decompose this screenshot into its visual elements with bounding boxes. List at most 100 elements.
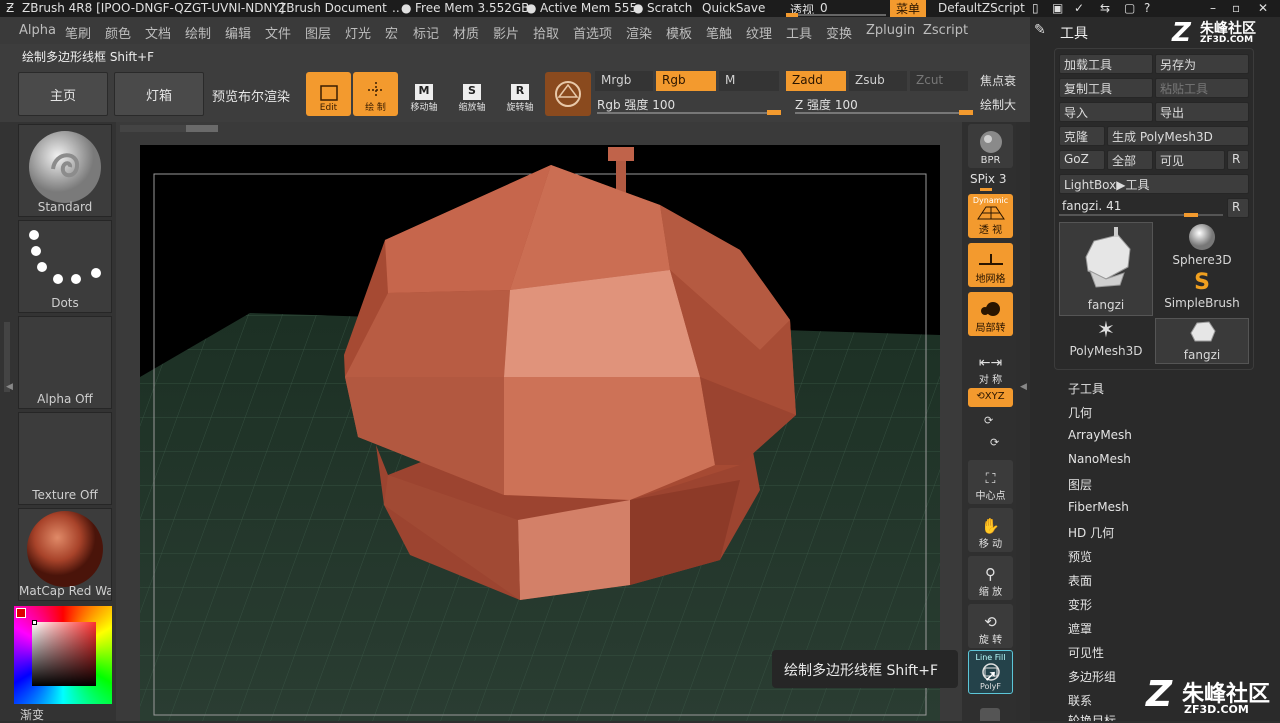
load-tool-button[interactable]: 加载工具 [1059, 54, 1153, 74]
menu-zplugin[interactable]: Zplugin [866, 23, 915, 38]
rotate-button[interactable]: R 旋转轴 [500, 72, 540, 116]
lightbox-tool-button[interactable]: LightBox▶工具 [1059, 174, 1249, 194]
tool-thumb-fangzi[interactable]: fangzi [1059, 222, 1153, 316]
paste-tool-button[interactable]: 粘贴工具 [1155, 78, 1249, 98]
perspective-value[interactable]: 0 [820, 1, 828, 15]
arraymesh-section[interactable]: ArrayMesh [1068, 428, 1132, 442]
rgb-button[interactable]: Rgb [656, 71, 716, 91]
zoom-view-button[interactable]: ⚲ 缩 放 [968, 556, 1013, 600]
menu-render[interactable]: 渲染 [626, 23, 652, 42]
zcut-button[interactable]: Zcut [910, 71, 968, 91]
draw-size-label[interactable]: 绘制大 [980, 96, 1016, 113]
layers-section[interactable]: 图层 [1068, 476, 1092, 493]
hd-geometry-section[interactable]: HD 几何 [1068, 524, 1114, 541]
polygroups-section[interactable]: 多边形组 [1068, 668, 1116, 685]
local-button[interactable]: 局部转 [968, 292, 1013, 336]
menu-movie[interactable]: 影片 [493, 23, 519, 42]
tool-thumb-simplebrush[interactable]: S SimpleBrush [1155, 270, 1249, 316]
palette-icon[interactable]: ▣ [1052, 1, 1063, 15]
morph-target-section[interactable]: 轮换目标 [1068, 712, 1116, 721]
copy-tool-button[interactable]: 复制工具 [1059, 78, 1153, 98]
save-as-button[interactable]: 另存为 [1155, 54, 1249, 74]
document-canvas[interactable] [140, 145, 940, 721]
edit-button[interactable]: Edit [306, 72, 351, 116]
menu-layer[interactable]: 图层 [305, 23, 331, 42]
zsub-button[interactable]: Zsub [849, 71, 907, 91]
y-rotate-icon[interactable]: ⟳ [984, 414, 993, 427]
color-picker[interactable] [14, 606, 112, 704]
masking-section[interactable]: 遮罩 [1068, 620, 1092, 637]
export-button[interactable]: 导出 [1155, 102, 1249, 122]
texture-slot[interactable]: Texture Off [18, 412, 112, 505]
move-view-button[interactable]: ✋ 移 动 [968, 508, 1013, 552]
tool-thumb-sphere3d[interactable]: Sphere3D [1155, 222, 1249, 268]
stroke-slot[interactable]: Dots [18, 220, 112, 313]
spix-label[interactable]: SPix 3 [970, 172, 1006, 186]
color-picker-cursor[interactable] [32, 620, 37, 625]
close-icon[interactable]: ✕ [1258, 1, 1268, 15]
menu-draw[interactable]: 绘制 [185, 23, 211, 42]
menu-file[interactable]: 文件 [265, 23, 291, 42]
floor-button[interactable]: 地网格 [968, 243, 1013, 287]
scratch[interactable]: Scratch [647, 1, 692, 15]
fangzi-mesh[interactable] [344, 147, 796, 600]
current-tool-slider-knob[interactable] [1184, 213, 1198, 217]
geometry-section[interactable]: 几何 [1068, 404, 1092, 421]
tool-pin-icon[interactable]: ✎ [1034, 22, 1046, 38]
gradient-label[interactable]: 渐变 [20, 706, 44, 723]
make-polymesh-button[interactable]: 生成 PolyMesh3D [1107, 126, 1249, 146]
bpr-preview-button[interactable]: 预览布尔渲染 [212, 86, 290, 105]
window-icon[interactable]: ▢ [1124, 1, 1135, 15]
z-rotate-icon[interactable]: ⟳ [990, 436, 999, 449]
z-intensity-slider[interactable] [795, 110, 973, 115]
menu-stencil[interactable]: 模板 [666, 23, 692, 42]
goz-r-button[interactable]: R [1227, 150, 1249, 170]
contact-section[interactable]: 联系 [1068, 692, 1092, 709]
mrgb-button[interactable]: Mrgb [595, 71, 653, 91]
lightbox-button[interactable]: 灯箱 [114, 72, 204, 116]
canvas-scroll-thumb[interactable] [186, 125, 218, 132]
menu-zscript[interactable]: Zscript [923, 23, 968, 38]
subtool-section[interactable]: 子工具 [1068, 380, 1104, 397]
tool-thumb-polymesh3d[interactable]: ✶ PolyMesh3D [1059, 318, 1153, 364]
menu-button[interactable]: 菜单 [890, 0, 927, 17]
menu-tool[interactable]: 工具 [786, 23, 812, 42]
right-dock-arrow-icon[interactable]: ◀ [1020, 382, 1027, 392]
visible-button[interactable]: 可见 [1155, 150, 1225, 170]
rgb-intensity-slider[interactable] [597, 110, 781, 115]
xyz-button[interactable]: ⟲XYZ [968, 388, 1013, 407]
fibermesh-section[interactable]: FiberMesh [1068, 500, 1129, 514]
main-color-swatch[interactable] [16, 608, 26, 618]
menu-macro[interactable]: 宏 [385, 23, 398, 42]
move-button[interactable]: M 移动轴 [404, 72, 444, 116]
clone-button[interactable]: 克隆 [1059, 126, 1105, 146]
preview-section[interactable]: 预览 [1068, 548, 1092, 565]
menu-preferences[interactable]: 首选项 [573, 23, 612, 42]
zadd-button[interactable]: Zadd [786, 71, 846, 91]
spix-slider-knob[interactable] [980, 188, 992, 191]
default-zscript-button[interactable]: DefaultZScript [938, 1, 1025, 15]
quicksave-button[interactable]: QuickSave [702, 1, 765, 15]
menu-texture[interactable]: 纹理 [746, 23, 772, 42]
home-button[interactable]: 主页 [18, 72, 108, 116]
sync-icon[interactable]: ✓ [1074, 1, 1084, 15]
material-swatch-button[interactable] [545, 72, 591, 116]
nanomesh-section[interactable]: NanoMesh [1068, 452, 1131, 466]
menu-picker[interactable]: 拾取 [533, 23, 559, 42]
maximize-icon[interactable]: ▫ [1232, 1, 1240, 15]
rotate-view-button[interactable]: ⟲ 旋 转 [968, 604, 1013, 648]
menu-stroke[interactable]: 笔触 [706, 23, 732, 42]
menu-transform[interactable]: 变换 [826, 23, 852, 42]
brush-slot[interactable]: Standard [18, 124, 112, 217]
focal-shift-label[interactable]: 焦点衰 [980, 72, 1016, 89]
menu-light[interactable]: 灯光 [345, 23, 371, 42]
transp-button[interactable] [980, 708, 1000, 721]
current-tool-slider[interactable] [1059, 213, 1223, 217]
tool-thumb-fangzi-small[interactable]: fangzi [1155, 318, 1249, 364]
menu-edit[interactable]: 编辑 [225, 23, 251, 42]
import-button[interactable]: 导入 [1059, 102, 1153, 122]
m-button[interactable]: M [719, 71, 779, 91]
viewport-scene[interactable] [140, 145, 940, 721]
layout-icon[interactable]: ▯ [1032, 1, 1039, 15]
saturation-square[interactable] [32, 622, 96, 686]
